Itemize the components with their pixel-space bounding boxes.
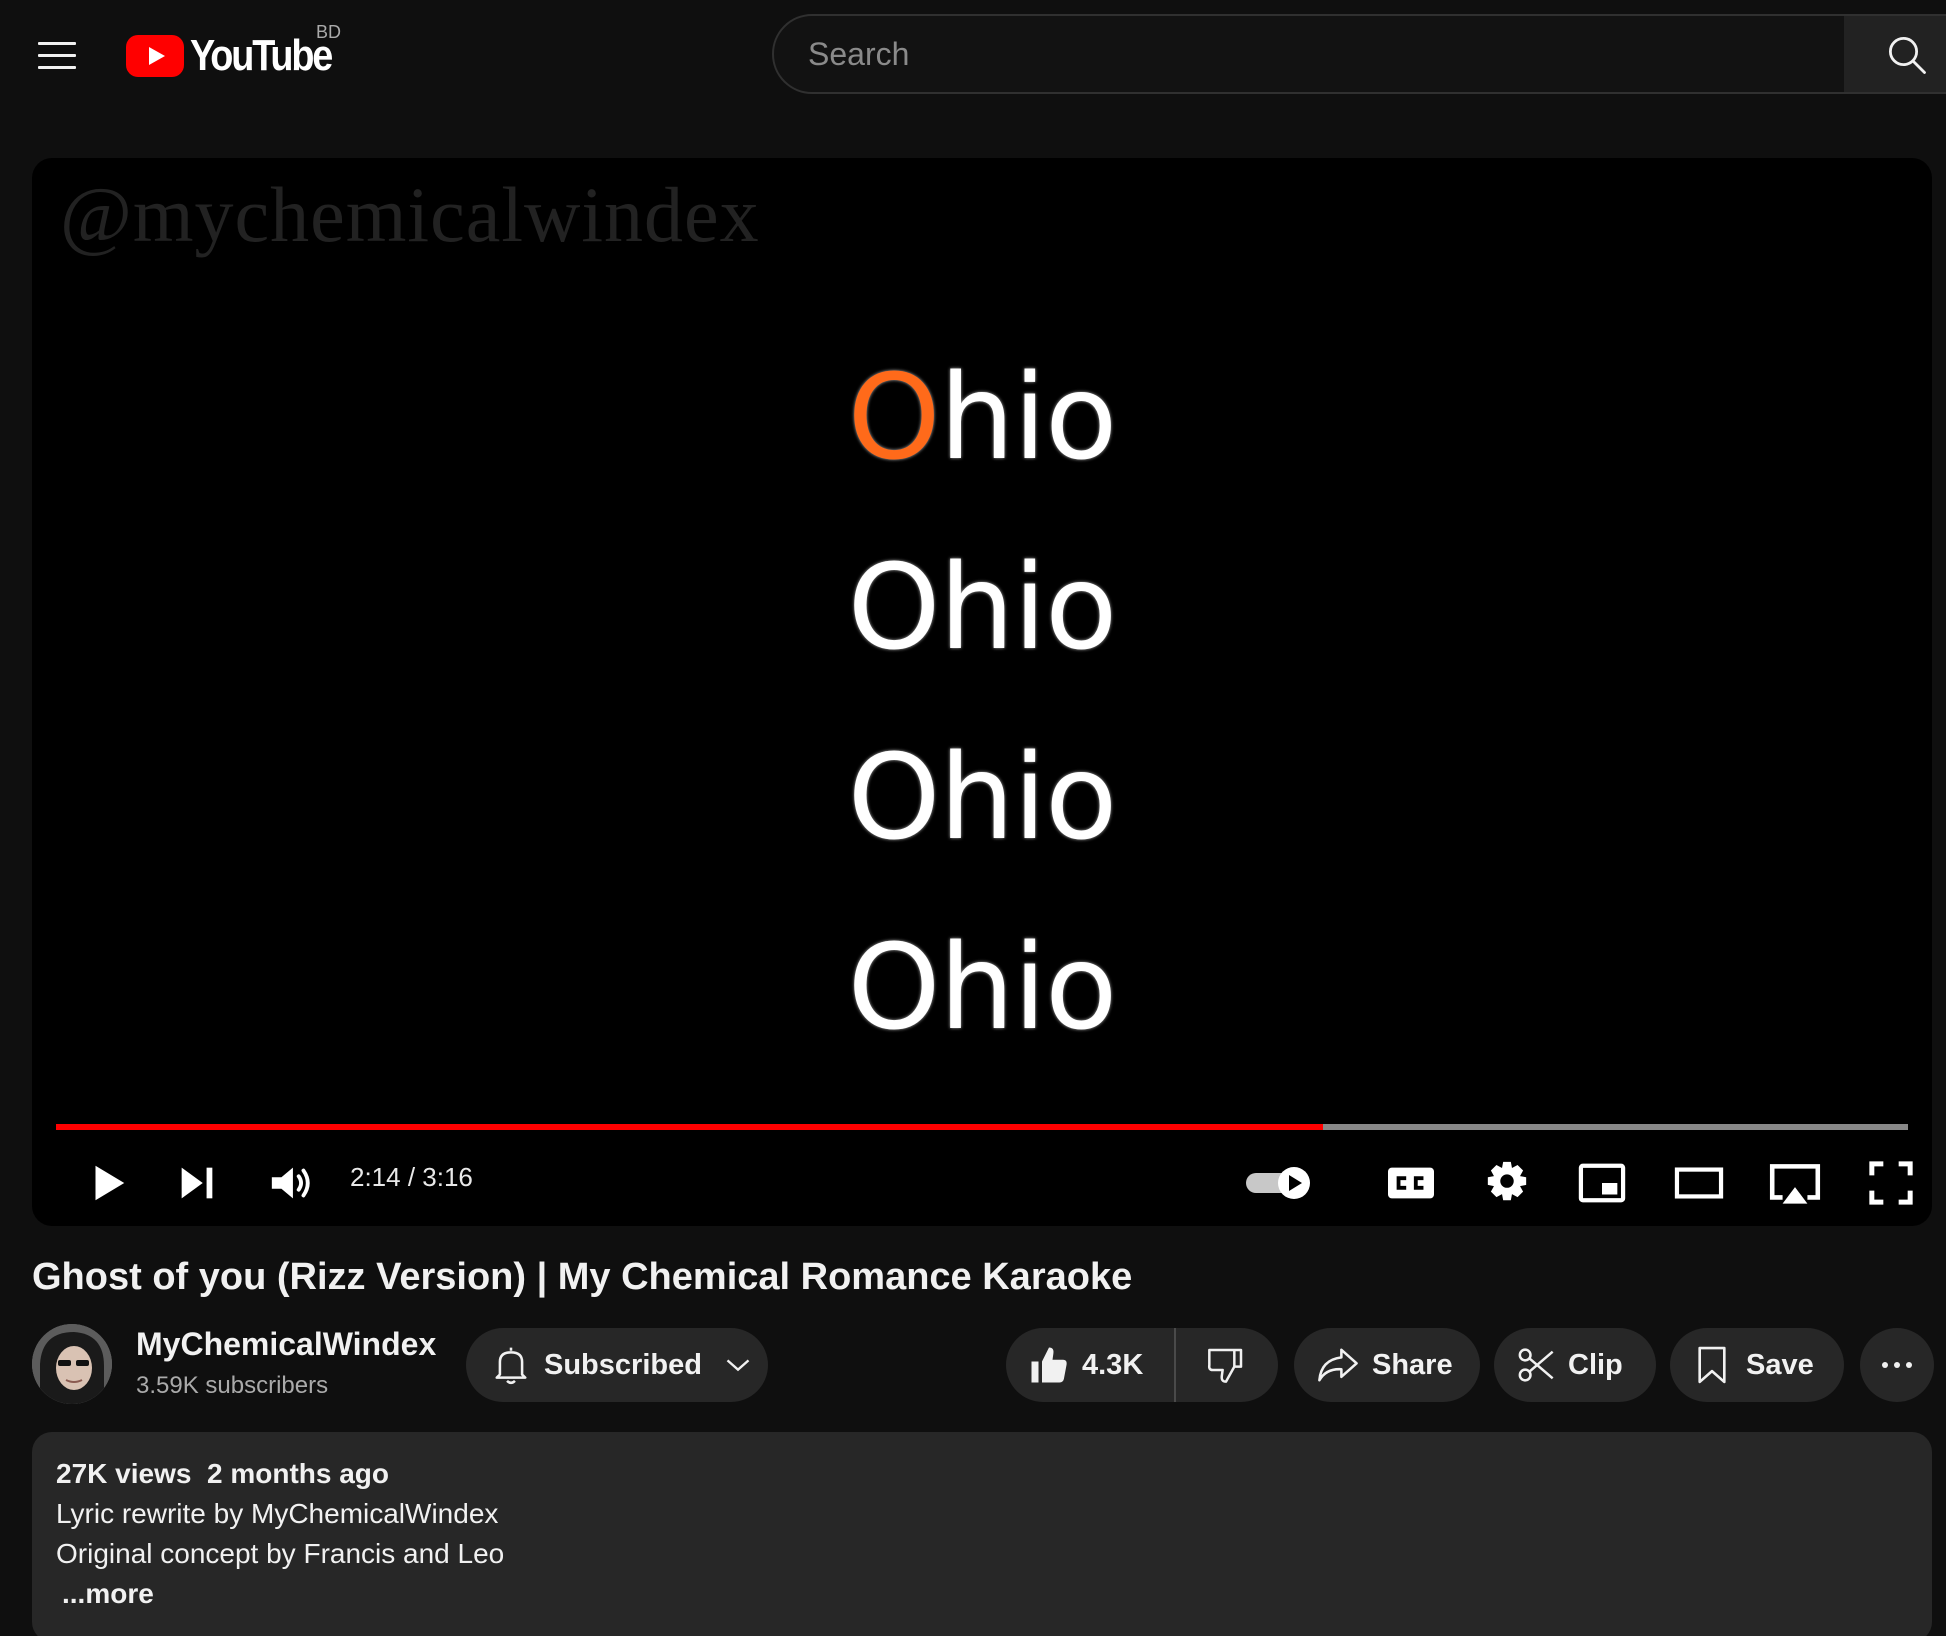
avatar-image: [32, 1324, 112, 1404]
view-count: 27K views: [56, 1458, 192, 1489]
like-button[interactable]: 4.3K: [1006, 1328, 1176, 1402]
youtube-logo-icon: [126, 35, 184, 77]
description-line: Original concept by Francis and Leo: [56, 1538, 505, 1569]
lyric-rest: hio: [939, 348, 1118, 486]
progress-bar[interactable]: [56, 1124, 1908, 1130]
channel-name[interactable]: MyChemicalWindex: [136, 1326, 436, 1363]
like-dislike-group: 4.3K: [1006, 1328, 1278, 1402]
masthead: YouTube BD: [0, 0, 1946, 110]
thumbs-down-icon: [1207, 1348, 1243, 1383]
bookmark-icon: [1698, 1346, 1726, 1384]
logo-text: YouTube: [190, 31, 333, 80]
play-icon[interactable]: [84, 1160, 130, 1206]
channel-avatar[interactable]: [32, 1324, 112, 1404]
fullscreen-icon[interactable]: [1868, 1160, 1914, 1206]
save-button[interactable]: Save: [1670, 1328, 1844, 1402]
share-icon: [1318, 1348, 1358, 1382]
clip-button[interactable]: Clip: [1494, 1328, 1656, 1402]
like-count: 4.3K: [1082, 1348, 1144, 1381]
lyric-highlight: O: [847, 348, 941, 486]
video-player[interactable]: @mychemicalwindex Ohio Ohio Ohio Ohio 2:…: [32, 158, 1932, 1226]
description-box[interactable]: 27K views 2 months ago Lyric rewrite by …: [32, 1432, 1932, 1636]
lyric-line: Ohio: [32, 348, 1932, 486]
bell-icon: [495, 1347, 527, 1385]
autoplay-toggle[interactable]: [1244, 1164, 1314, 1204]
progress-played: [56, 1124, 1323, 1130]
share-label: Share: [1372, 1348, 1453, 1381]
chevron-down-icon: [726, 1359, 750, 1372]
upload-age: 2 months ago: [206, 1458, 389, 1489]
share-button[interactable]: Share: [1294, 1328, 1480, 1402]
next-icon[interactable]: [174, 1160, 220, 1206]
more-horizontal-icon: [1882, 1362, 1912, 1368]
lyric-line: Ohio: [847, 538, 1118, 676]
video-watermark: @mychemicalwindex: [60, 171, 760, 258]
subscriber-count: 3.59K subscribers: [136, 1372, 329, 1399]
time-display: 2:14 / 3:16: [350, 1162, 473, 1192]
hamburger-menu-icon[interactable]: [30, 30, 82, 82]
description-meta: 27K views 2 months ago: [56, 1454, 1908, 1494]
captions-icon[interactable]: [1386, 1160, 1436, 1206]
volume-icon[interactable]: [268, 1160, 314, 1206]
show-more-link[interactable]: ...more: [56, 1574, 1908, 1614]
search-box: [772, 14, 1846, 94]
thumbs-up-icon: [1031, 1347, 1067, 1383]
country-code: BD: [316, 22, 342, 42]
lyric-line: Ohio: [847, 728, 1118, 866]
more-actions-button[interactable]: [1860, 1328, 1934, 1402]
save-label: Save: [1746, 1348, 1814, 1381]
settings-icon[interactable]: [1484, 1160, 1530, 1206]
search-icon: [1888, 36, 1926, 74]
lyric-line: Ohio: [847, 918, 1118, 1056]
scissors-icon: [1518, 1348, 1554, 1382]
clip-label: Clip: [1568, 1348, 1623, 1381]
search-button[interactable]: [1844, 14, 1946, 94]
search-input[interactable]: [808, 16, 1808, 92]
miniplayer-icon[interactable]: [1576, 1160, 1628, 1206]
dislike-button[interactable]: [1176, 1328, 1276, 1402]
subscribed-label: Subscribed: [544, 1348, 702, 1381]
description-line: Lyric rewrite by MyChemicalWindex: [56, 1498, 499, 1529]
video-title: Ghost of you (Rizz Version) | My Chemica…: [32, 1256, 1133, 1298]
airplay-icon[interactable]: [1766, 1160, 1824, 1210]
subscribed-button[interactable]: Subscribed: [466, 1328, 768, 1402]
theater-mode-icon[interactable]: [1672, 1160, 1726, 1206]
